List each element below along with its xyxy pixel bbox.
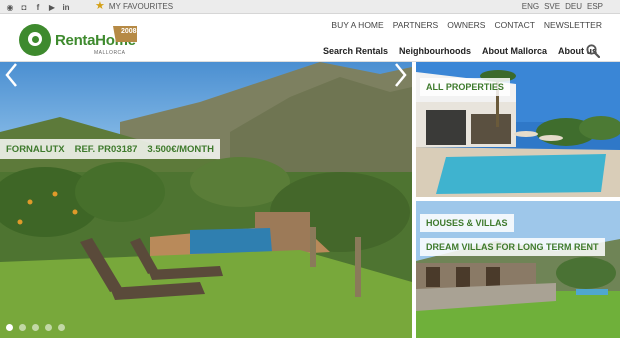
nav-contact[interactable]: CONTACT — [494, 20, 534, 30]
my-favourites-link[interactable]: ★ MY FAVOURITES — [95, 1, 173, 12]
listing-location: FORNALUTX — [6, 143, 65, 155]
lang-deu[interactable]: DEU — [565, 2, 582, 11]
listing-info-banner[interactable]: FORNALUTX REF. PR03187 3.500€/MONTH — [0, 139, 220, 159]
facebook-icon[interactable]: f — [33, 2, 43, 12]
nav-newsletter[interactable]: NEWSLETTER — [544, 20, 602, 30]
previous-slide-arrow-icon[interactable] — [4, 62, 20, 88]
houses-villas-tile[interactable]: HOUSES & VILLAS DREAM VILLAS FOR LONG TE… — [416, 201, 620, 338]
hero-photo — [0, 62, 412, 338]
nav-about-mallorca[interactable]: About Mallorca — [482, 46, 547, 56]
slide-dot-4[interactable] — [45, 324, 52, 331]
instagram-icon[interactable]: ◘ — [19, 2, 29, 12]
lang-esp[interactable]: ESP — [587, 2, 603, 11]
logo-subtitle: MALLORCA — [94, 50, 126, 56]
houses-villas-label: HOUSES & VILLAS — [420, 214, 514, 232]
youtube-icon[interactable]: ▶ — [47, 2, 57, 12]
all-properties-label: ALL PROPERTIES — [420, 78, 510, 96]
search-icon[interactable] — [586, 44, 600, 58]
logo-mark-icon — [19, 24, 51, 56]
dream-villas-label: DREAM VILLAS FOR LONG TERM RENT — [420, 238, 605, 256]
social-links: ◉ ◘ f ▶ in — [5, 2, 71, 12]
slide-dot-2[interactable] — [19, 324, 26, 331]
top-utility-bar: ◉ ◘ f ▶ in ★ MY FAVOURITES ENG SVE DEU E… — [0, 0, 620, 14]
slide-dot-1[interactable] — [6, 324, 13, 331]
next-slide-arrow-icon[interactable] — [392, 62, 408, 88]
nav-search-rentals[interactable]: Search Rentals — [323, 46, 388, 56]
my-favourites-label: MY FAVOURITES — [108, 2, 174, 11]
slide-dot-5[interactable] — [58, 324, 65, 331]
linkedin-icon[interactable]: in — [61, 2, 71, 12]
site-logo[interactable]: RentaHome MALLORCA 2008 — [19, 24, 137, 58]
main-nav: Search Rentals Neighbourhoods About Mall… — [323, 46, 597, 56]
lang-eng[interactable]: ENG — [522, 2, 539, 11]
nav-neighbourhoods[interactable]: Neighbourhoods — [399, 46, 471, 56]
language-selector: ENG SVE DEU ESP — [522, 2, 603, 11]
listing-reference: REF. PR03187 — [74, 143, 138, 155]
nav-buy-a-home[interactable]: BUY A HOME — [331, 20, 383, 30]
secondary-nav: BUY A HOME PARTNERS OWNERS CONTACT NEWSL… — [331, 20, 602, 30]
hero-slider[interactable]: FORNALUTX REF. PR03187 3.500€/MONTH — [0, 62, 412, 338]
slide-dot-3[interactable] — [32, 324, 39, 331]
slider-pagination — [6, 324, 65, 331]
whatsapp-icon[interactable]: ◉ — [5, 2, 15, 12]
nav-partners[interactable]: PARTNERS — [393, 20, 439, 30]
logo-year: 2008 — [121, 28, 137, 35]
lang-sve[interactable]: SVE — [544, 2, 560, 11]
star-icon: ★ — [95, 0, 105, 12]
nav-owners[interactable]: OWNERS — [447, 20, 485, 30]
listing-price: 3.500€/MONTH — [147, 143, 214, 155]
all-properties-tile[interactable]: ALL PROPERTIES — [416, 62, 620, 197]
